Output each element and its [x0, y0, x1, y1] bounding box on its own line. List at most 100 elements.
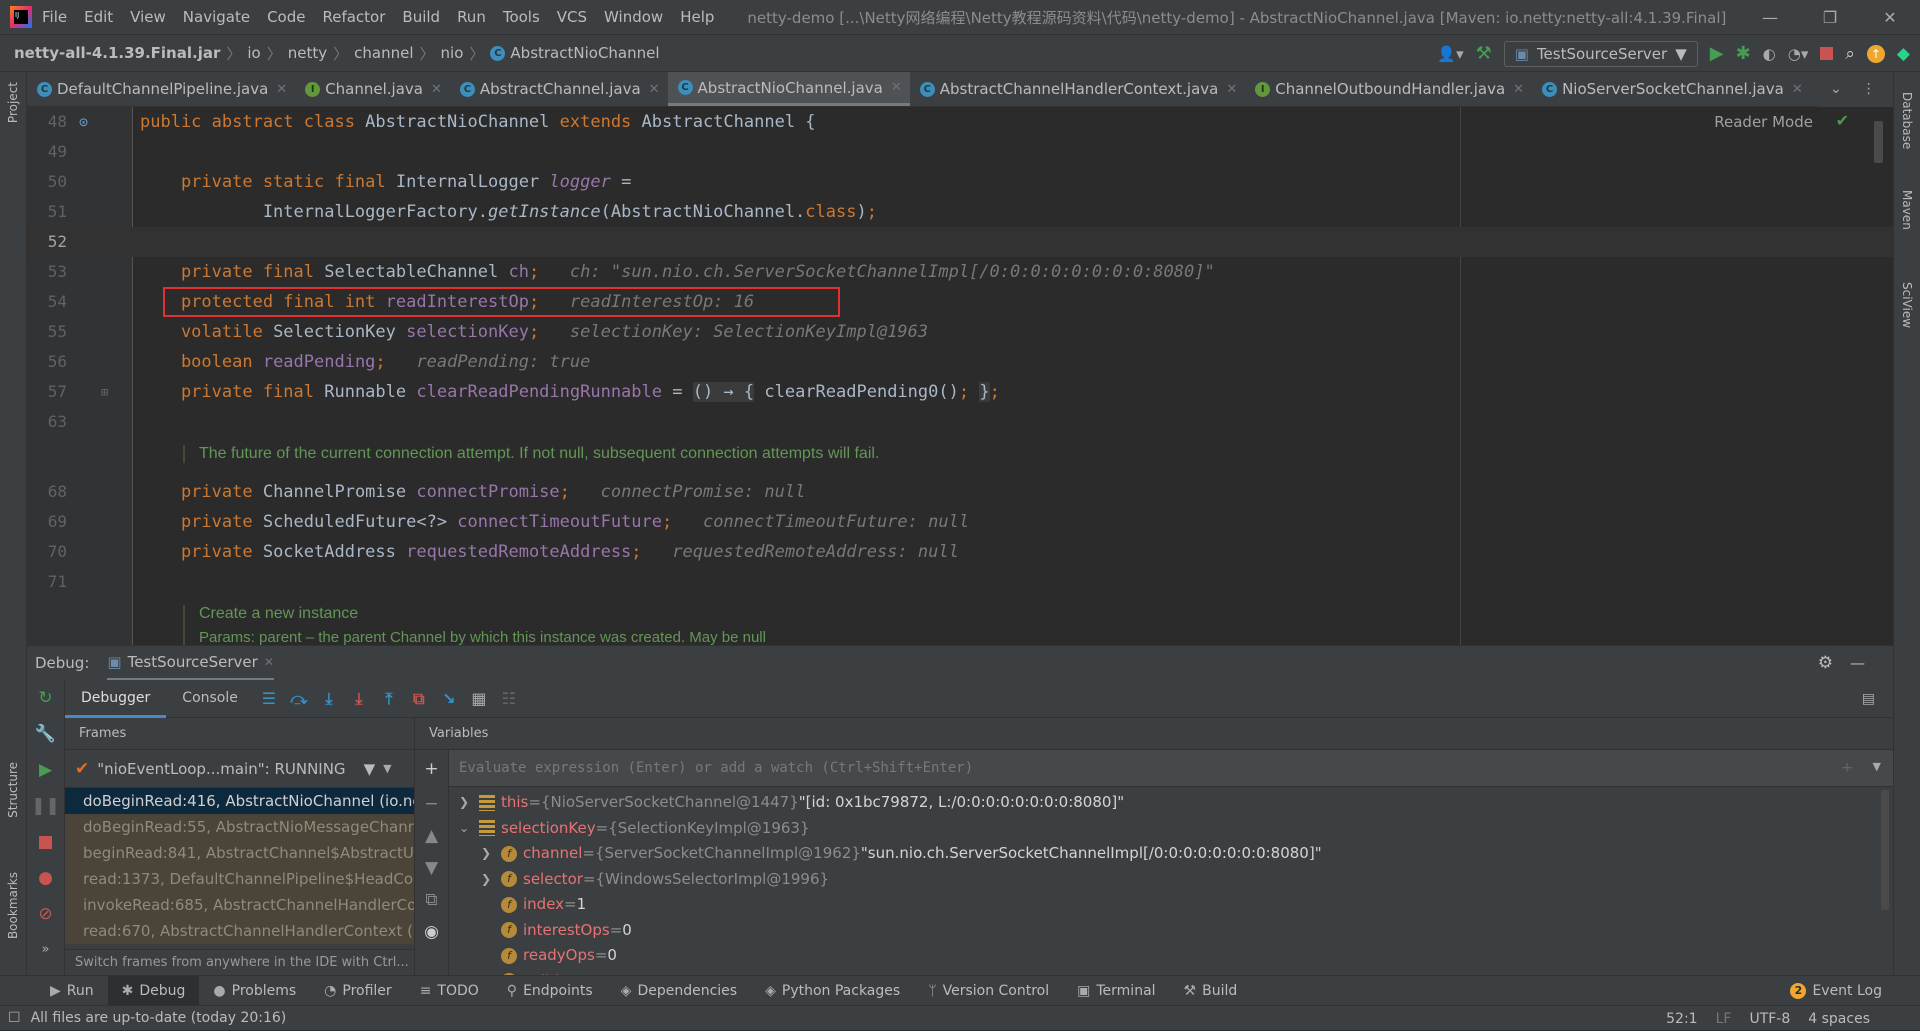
tab-abstractniochannel[interactable]: C AbstractNioChannel.java ✕ — [667, 72, 910, 106]
close-tab-icon[interactable]: ✕ — [891, 80, 902, 95]
menu-tools[interactable]: Tools — [503, 8, 540, 26]
reader-mode-button[interactable]: Reader Mode — [1714, 113, 1813, 131]
menu-vcs[interactable]: VCS — [557, 8, 587, 26]
status-toggle-icon[interactable]: ☐ — [8, 1010, 21, 1026]
tab-abstractchannel[interactable]: C AbstractChannel.java ✕ — [450, 72, 668, 106]
tab-abstractchannelhandlercontext[interactable]: C AbstractChannelHandlerContext.java ✕ — [910, 72, 1245, 106]
toolwindow-todo[interactable]: ≡ TODO — [406, 976, 493, 1006]
toolwindow-terminal[interactable]: ▣ Terminal — [1063, 976, 1169, 1006]
tab-nioserversocketchannel[interactable]: C NioServerSocketChannel.java ✕ — [1532, 72, 1811, 106]
variable-row[interactable]: f interestOps = 0 — [481, 918, 632, 943]
variable-row[interactable]: ❯ f selector = {WindowsSelectorImpl@1996} — [481, 867, 829, 892]
step-out-icon[interactable]: ⤒ — [374, 689, 404, 709]
search-icon[interactable]: ⌕ — [1845, 44, 1855, 64]
inspection-ok-check-icon[interactable]: ✔ — [1836, 111, 1849, 130]
breadcrumb-item[interactable]: io — [247, 44, 260, 62]
menu-navigate[interactable]: Navigate — [183, 8, 250, 26]
filter-icon[interactable]: ▼ — [364, 760, 376, 778]
variable-row[interactable]: f index = 1 — [481, 892, 586, 917]
rerun-icon[interactable]: ↻ — [27, 680, 64, 716]
database-tool-button[interactable]: Database — [1900, 92, 1914, 149]
close-tab-icon[interactable]: ✕ — [264, 655, 274, 669]
line-separator[interactable]: LF — [1716, 1011, 1732, 1027]
remove-watch-icon[interactable]: − — [415, 788, 448, 820]
event-log-button[interactable]: 2 Event Log — [1776, 976, 1896, 1006]
tab-list-chevron-icon[interactable]: ⌄ — [1830, 72, 1842, 107]
expand-arrow-icon[interactable]: ❯ — [481, 867, 501, 892]
toolwindow-dependencies[interactable]: ◈ Dependencies — [607, 976, 751, 1006]
close-tab-icon[interactable]: ✕ — [431, 82, 442, 97]
evaluate-expression-icon[interactable]: ▦ — [464, 689, 494, 708]
run-configuration-select[interactable]: ▣ TestSourceServer ▼ — [1503, 40, 1698, 67]
drop-frame-icon[interactable]: ⧉ — [404, 689, 434, 709]
stop-icon[interactable] — [1820, 47, 1834, 60]
move-up-icon[interactable]: ▲ — [415, 820, 448, 852]
tab-channel[interactable]: I Channel.java ✕ — [295, 72, 450, 106]
stack-frame[interactable]: beginRead:841, AbstractChannel$AbstractU… — [65, 840, 414, 866]
run-to-cursor-icon[interactable]: ↘ — [434, 689, 464, 708]
menu-window[interactable]: Window — [604, 8, 663, 26]
mute-breakpoints-icon[interactable]: ⊘ — [27, 896, 64, 932]
indent-setting[interactable]: 4 spaces — [1808, 1011, 1870, 1027]
show-execution-point-icon[interactable]: ☰ — [254, 689, 284, 708]
build-hammer-icon[interactable]: ⚒ — [1476, 43, 1492, 64]
hide-panel-icon[interactable]: — — [1850, 654, 1865, 672]
bookmarks-tool-button[interactable]: Bookmarks — [6, 872, 20, 939]
force-step-into-icon[interactable]: ⤓ — [344, 689, 374, 709]
stack-frame[interactable]: invokeRead:685, AbstractChannelHandlerCo… — [65, 892, 414, 918]
variables-scrollbar[interactable] — [1881, 790, 1889, 910]
breadcrumb-item[interactable]: netty-all-4.1.39.Final.jar — [14, 44, 220, 62]
expand-arrow-icon[interactable]: ⌄ — [459, 816, 479, 841]
code-editor[interactable]: 48 public abstract class AbstractNioChann… — [27, 107, 1893, 645]
user-icon[interactable]: 👤▾ — [1437, 45, 1463, 63]
tab-defaultchannelpipeline[interactable]: C DefaultChannelPipeline.java ✕ — [27, 72, 295, 106]
chevron-down-icon[interactable]: ▼ — [383, 762, 391, 775]
toolwindow-endpoints[interactable]: ⚲ Endpoints — [493, 976, 607, 1006]
settings-gear-icon[interactable]: ⚙ — [1818, 653, 1833, 673]
menu-view[interactable]: View — [130, 8, 166, 26]
structure-tool-button[interactable]: Structure — [6, 762, 20, 818]
run-icon[interactable]: ▶ — [1710, 43, 1724, 64]
close-tab-icon[interactable]: ✕ — [276, 82, 287, 97]
toolwindow-problems[interactable]: ● Problems — [199, 976, 310, 1006]
move-down-icon[interactable]: ▼ — [415, 852, 448, 884]
evaluate-expression-input[interactable]: Evaluate expression (Enter) or add a wat… — [449, 750, 1893, 787]
menu-refactor[interactable]: Refactor — [322, 8, 385, 26]
stop-icon[interactable]: ■ — [27, 824, 64, 860]
toolwindow-build[interactable]: ⚒ Build — [1170, 976, 1252, 1006]
bookmark-icon[interactable]: ⊙ — [79, 107, 88, 137]
minimize-icon[interactable]: — — [1740, 0, 1800, 35]
sciview-tool-button[interactable]: SciView — [1900, 282, 1914, 328]
thread-selector[interactable]: ✔ "nioEventLoop...main": RUNNING ▼ ▼ — [65, 750, 414, 788]
fold-icon[interactable]: ⊞ — [101, 377, 108, 407]
toolwindow-run[interactable]: ▶ Run — [36, 976, 108, 1006]
menu-help[interactable]: Help — [680, 8, 714, 26]
stack-frame[interactable]: read:1373, DefaultChannelPipeline$HeadCo… — [65, 866, 414, 892]
menu-edit[interactable]: Edit — [84, 8, 113, 26]
project-tool-button[interactable]: Project — [6, 82, 20, 123]
breadcrumb-item[interactable]: netty — [288, 44, 327, 62]
toolwindow-debug[interactable]: ✱ Debug — [107, 975, 200, 1006]
menu-build[interactable]: Build — [402, 8, 440, 26]
toolwindow-version-control[interactable]: ᛘ Version Control — [914, 976, 1063, 1006]
coverage-icon[interactable]: ◐ — [1763, 45, 1776, 63]
file-encoding[interactable]: UTF-8 — [1749, 1011, 1790, 1027]
debug-bug-icon[interactable]: ✱ — [1736, 43, 1751, 64]
variable-row[interactable]: ⌄ selectionKey = {SelectionKeyImpl@1963} — [459, 816, 810, 841]
tab-debugger[interactable]: Debugger — [65, 680, 167, 718]
close-tab-icon[interactable]: ✕ — [649, 82, 660, 97]
more-options-icon[interactable]: ⋮ — [1862, 72, 1876, 107]
variable-row[interactable]: f readyOps = 0 — [481, 943, 617, 968]
resume-icon[interactable]: ▶ — [27, 752, 64, 788]
restore-icon[interactable]: ❐ — [1800, 0, 1860, 35]
profile-icon[interactable]: ◔▾ — [1788, 45, 1809, 63]
menu-file[interactable]: File — [42, 8, 67, 26]
breadcrumb-item[interactable]: nio — [441, 44, 464, 62]
maven-tool-button[interactable]: Maven — [1900, 190, 1914, 230]
close-tab-icon[interactable]: ✕ — [1792, 82, 1803, 97]
close-icon[interactable]: ✕ — [1860, 0, 1920, 35]
duplicate-icon[interactable]: ⧉ — [415, 884, 448, 916]
toolwindow-profiler[interactable]: ◔ Profiler — [310, 976, 406, 1006]
view-breakpoints-icon[interactable]: ● — [27, 860, 64, 896]
update-icon[interactable]: ↑ — [1866, 44, 1885, 63]
